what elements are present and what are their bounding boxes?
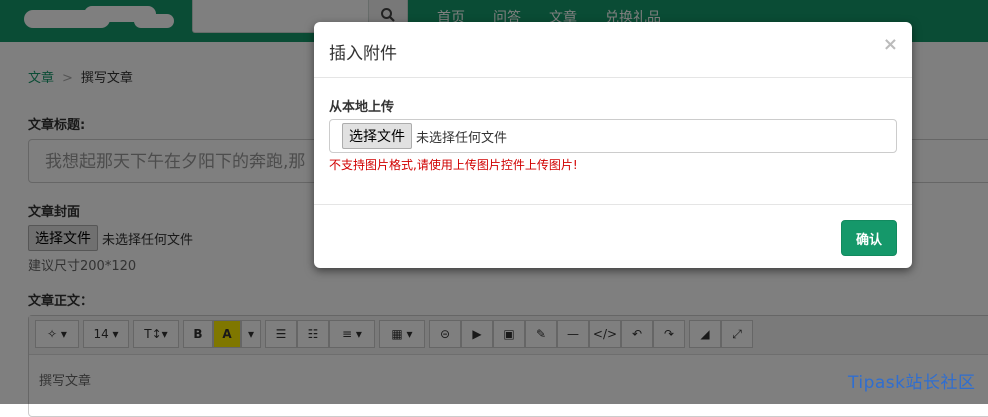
local-upload-label: 从本地上传 [329, 100, 395, 115]
modal-title: 插入附件 [329, 44, 397, 64]
choose-file-button[interactable]: 选择文件 [342, 123, 412, 149]
confirm-button[interactable]: 确认 [841, 220, 897, 256]
close-icon[interactable]: × [883, 34, 898, 55]
watermark: Tipask站长社区 [848, 373, 976, 393]
insert-attachment-modal: 插入附件 × 从本地上传 选择文件 未选择任何文件 不支持图片格式,请使用上传图… [314, 22, 912, 268]
attachment-file-input[interactable]: 选择文件 未选择任何文件 [329, 119, 897, 153]
upload-error-message: 不支持图片格式,请使用上传图片控件上传图片! [329, 158, 578, 172]
file-status: 未选择任何文件 [416, 130, 508, 146]
modal-body: 从本地上传 选择文件 未选择任何文件 不支持图片格式,请使用上传图片控件上传图片… [314, 78, 912, 204]
modal-header: 插入附件 × [314, 22, 912, 78]
modal-footer: 确认 [314, 204, 912, 269]
